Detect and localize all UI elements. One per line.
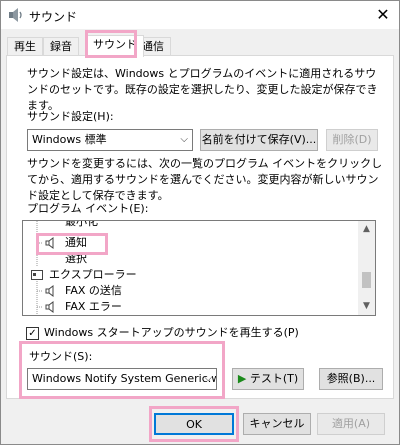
speaker-icon [45, 285, 54, 297]
scroll-thumb[interactable] [362, 272, 371, 288]
play-icon: ▶ [237, 372, 247, 385]
close-button[interactable]: ✕ [373, 5, 393, 25]
tab-sounds[interactable]: サウンド [86, 35, 144, 57]
tab-label: 通信 [142, 40, 164, 53]
scheme-value: Windows 標準 [32, 133, 107, 146]
startup-sound-label: Windows スタートアップのサウンドを再生する(P) [44, 326, 299, 339]
event-label: FAX エラー [65, 300, 122, 313]
scheme-description: サウンド設定は、Windows とプログラムのイベントに適用されるサウンドのセッ… [27, 67, 378, 112]
event-label: FAX の送信 [65, 284, 122, 297]
scheme-label: サウンド設定(H): [27, 110, 114, 123]
test-button-label: テスト(T) [249, 372, 299, 385]
speaker-icon [45, 301, 54, 313]
chevron-down-icon: ⌵ [180, 134, 188, 145]
chevron-down-icon: ⌵ [204, 373, 212, 384]
speaker-icon [9, 8, 22, 22]
event-label: 最小化 [65, 220, 98, 228]
events-label: プログラム イベント(E): [27, 202, 149, 215]
speaker-icon [45, 237, 54, 249]
explorer-icon [31, 270, 43, 280]
delete-button[interactable]: 削除(D) [326, 129, 378, 151]
sound-file-value: Windows Notify System Generic.wav [32, 372, 217, 385]
tab-label: 録音 [50, 40, 72, 53]
tab-recording[interactable]: 録音 [43, 37, 79, 56]
sound-dialog: サウンド ✕ 再生 録音 サウンド 通信 サウンド設定は、Windows とプロ… [0, 0, 400, 445]
list-item[interactable]: 選択 [65, 251, 87, 267]
checkmark-icon: ✓ [28, 328, 37, 339]
test-button[interactable]: ▶ テスト(T) [232, 368, 304, 390]
event-label: 通知 [65, 236, 87, 249]
sound-label: サウンド(S): [29, 350, 93, 363]
scroll-down-icon[interactable]: ▼ [358, 298, 375, 315]
browse-button[interactable]: 参照(B)... [319, 368, 383, 390]
startup-sound-checkbox[interactable]: ✓ [26, 327, 39, 340]
save-as-button[interactable]: 名前を付けて保存(V)... [200, 129, 318, 151]
events-scrollbar[interactable]: ▲ ▼ [358, 221, 375, 315]
program-events-list[interactable]: 最小化 通知 選択 エクスプローラー FAX の送信 FAX エラー ▲ ▼ [22, 220, 376, 316]
tab-playback[interactable]: 再生 [7, 37, 43, 56]
scroll-up-icon[interactable]: ▲ [358, 221, 375, 238]
event-label: 選択 [65, 252, 87, 265]
tab-label: サウンド [93, 38, 137, 51]
sound-file-select[interactable]: Windows Notify System Generic.wav ⌵ [27, 368, 217, 390]
ok-button[interactable]: OK [154, 413, 234, 435]
close-icon: ✕ [376, 5, 390, 24]
tab-label: 再生 [14, 40, 36, 53]
title-bar: サウンド ✕ [1, 1, 399, 29]
window-title: サウンド [29, 10, 78, 24]
cancel-button[interactable]: キャンセル [243, 413, 311, 435]
apply-button[interactable]: 適用(A) [317, 413, 385, 435]
change-instruction: サウンドを変更するには、次の一覧のプログラム イベントをクリックしてから、適用す… [27, 157, 383, 202]
scheme-select[interactable]: Windows 標準 ⌵ [27, 129, 193, 151]
event-label: エクスプローラー [49, 268, 137, 281]
list-item[interactable]: 最小化 [65, 220, 98, 230]
